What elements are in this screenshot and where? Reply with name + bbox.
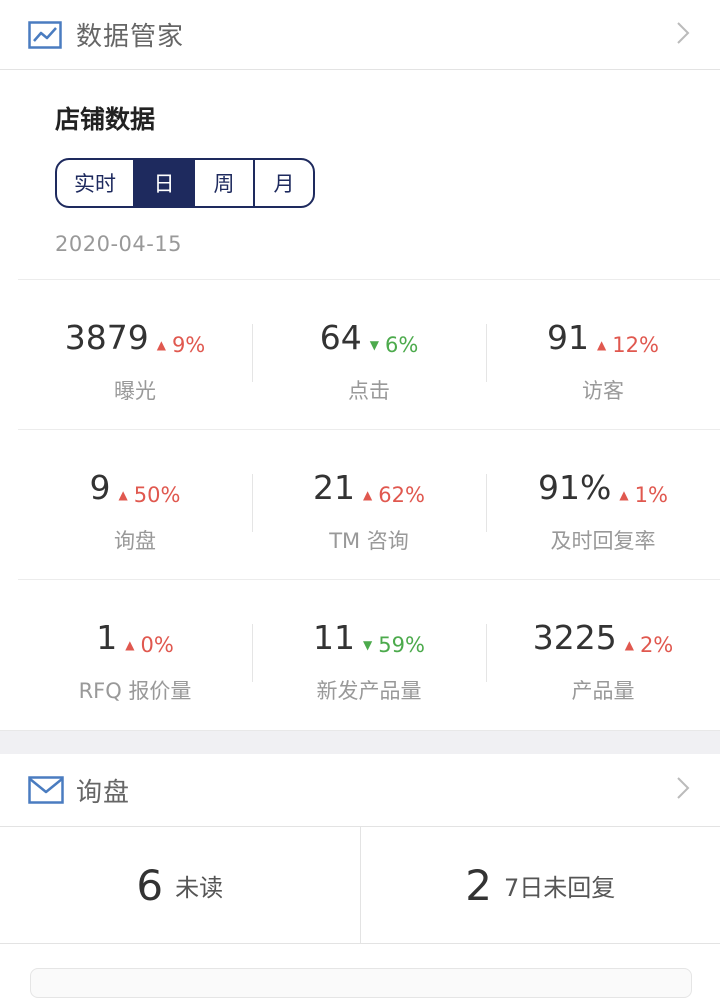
arrow-up-icon: ▲ [157, 338, 166, 352]
trend-chart-icon [28, 20, 64, 50]
arrow-up-icon: ▲ [119, 488, 128, 502]
metric-change-value: 9% [172, 333, 205, 357]
metric-products[interactable]: 3225 ▲ 2% 产品量 [486, 580, 720, 730]
tab-day[interactable]: 日 [135, 160, 195, 206]
metric-value: 9 [90, 468, 111, 507]
metric-label: 询盘 [114, 525, 156, 555]
metric-value: 1 [96, 618, 117, 657]
metric-change: ▲ 62% [363, 483, 425, 507]
arrow-up-icon: ▲ [625, 638, 634, 652]
arrow-down-icon: ▼ [370, 338, 379, 352]
store-data-title: 店铺数据 [55, 100, 720, 136]
metric-label: 及时回复率 [551, 525, 656, 555]
unread-label: 未读 [175, 868, 223, 903]
metric-change-value: 59% [378, 633, 425, 657]
metric-change: ▲ 2% [625, 633, 674, 657]
unreplied-count: 2 [465, 861, 492, 910]
unreplied-label: 7日未回复 [504, 868, 615, 903]
metric-value: 3225 [533, 618, 617, 657]
metric-change-value: 0% [140, 633, 173, 657]
metric-change-value: 12% [612, 333, 659, 357]
arrow-up-icon: ▲ [597, 338, 606, 352]
metric-change: ▲ 1% [619, 483, 668, 507]
metric-label: 曝光 [114, 375, 156, 405]
metric-change: ▼ 59% [363, 633, 425, 657]
metric-value: 91% [538, 468, 611, 507]
metric-row: 3879 ▲ 9% 曝光 64 ▼ 6% 点击 91 ▲ 12% 访客 [18, 280, 720, 430]
metric-reply-rate[interactable]: 91% ▲ 1% 及时回复率 [486, 430, 720, 579]
metric-change: ▲ 50% [119, 483, 181, 507]
metric-change: ▲ 12% [597, 333, 659, 357]
metric-inquiries[interactable]: 9 ▲ 50% 询盘 [18, 430, 252, 579]
store-data-date: 2020-04-15 [55, 232, 720, 256]
arrow-up-icon: ▲ [619, 488, 628, 502]
metric-change-value: 6% [385, 333, 418, 357]
inquiry-unread[interactable]: 6 未读 [0, 827, 360, 943]
chevron-right-icon[interactable] [676, 21, 690, 49]
data-manager-header[interactable]: 数据管家 [0, 0, 720, 70]
metric-visitors[interactable]: 91 ▲ 12% 访客 [486, 280, 720, 429]
metric-value: 3879 [65, 318, 149, 357]
metric-value: 11 [313, 618, 355, 657]
inquiry-summary: 6 未读 2 7日未回复 [0, 826, 720, 944]
tab-realtime[interactable]: 实时 [57, 160, 135, 206]
metric-change: ▲ 0% [125, 633, 174, 657]
store-data-section: 店铺数据 实时 日 周 月 2020-04-15 [18, 70, 720, 280]
arrow-up-icon: ▲ [363, 488, 372, 502]
unread-count: 6 [136, 861, 163, 910]
metric-change: ▼ 6% [370, 333, 419, 357]
data-manager-title: 数据管家 [76, 16, 184, 53]
metric-label: 访客 [582, 375, 624, 405]
inquiry-title: 询盘 [76, 772, 130, 809]
metric-new-products[interactable]: 11 ▼ 59% 新发产品量 [252, 580, 486, 730]
inquiry-list-card[interactable] [30, 968, 692, 998]
metrics-grid: 3879▲9% 曝光 64▼6% 点击 91▲12% 访客 9▲50% 询盘 2… [0, 280, 720, 730]
metric-label: RFQ 报价量 [79, 675, 192, 705]
inquiry-unreplied[interactable]: 2 7日未回复 [360, 827, 720, 943]
metric-change-value: 2% [640, 633, 673, 657]
metric-label: 产品量 [572, 675, 635, 705]
tab-month[interactable]: 月 [255, 160, 313, 206]
tab-week[interactable]: 周 [195, 160, 255, 206]
metric-row: 1 ▲ 0% RFQ 报价量 11 ▼ 59% 新发产品量 3225 ▲ 2% 产品量 [0, 580, 720, 730]
metric-tm-consult[interactable]: 21 ▲ 62% TM 咨询 [252, 430, 486, 579]
arrow-up-icon: ▲ [125, 638, 134, 652]
mail-icon [28, 775, 64, 805]
metric-clicks[interactable]: 64 ▼ 6% 点击 [252, 280, 486, 429]
metric-label: 新发产品量 [317, 675, 422, 705]
period-segmented-control: 实时 日 周 月 [55, 158, 315, 208]
metric-change-value: 62% [378, 483, 425, 507]
metric-rfq-quotes[interactable]: 1 ▲ 0% RFQ 报价量 [18, 580, 252, 730]
metric-value: 64 [320, 318, 362, 357]
metric-label: 点击 [348, 375, 390, 405]
metric-row: 9 ▲ 50% 询盘 21 ▲ 62% TM 咨询 91% ▲ 1% 及时回复率 [18, 430, 720, 580]
inquiry-header[interactable]: 询盘 [0, 754, 720, 826]
metric-value: 21 [313, 468, 355, 507]
section-divider [0, 730, 720, 754]
metric-impressions[interactable]: 3879 ▲ 9% 曝光 [18, 280, 252, 429]
metric-label: TM 咨询 [329, 525, 409, 555]
arrow-down-icon: ▼ [363, 638, 372, 652]
metric-change-value: 50% [134, 483, 181, 507]
metric-value: 91 [547, 318, 589, 357]
metric-change: ▲ 9% [157, 333, 206, 357]
chevron-right-icon[interactable] [676, 776, 690, 804]
metric-change-value: 1% [635, 483, 668, 507]
